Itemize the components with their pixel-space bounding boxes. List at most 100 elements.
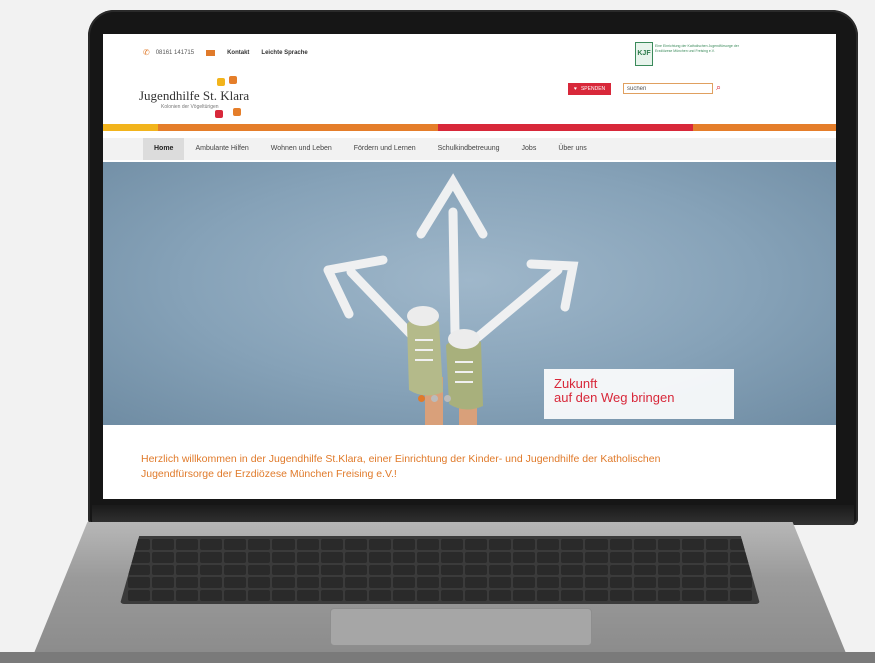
- keyboard-key: [320, 551, 343, 563]
- keyboard-key: [200, 564, 223, 576]
- phone-number[interactable]: 08161 141715: [156, 50, 194, 56]
- keyboard-key: [561, 564, 584, 576]
- keyboard-key: [296, 577, 319, 589]
- kjf-badge: KJF: [635, 42, 653, 66]
- keyboard-key: [465, 551, 488, 563]
- nav-item-ambulante-hilfen[interactable]: Ambulante Hilfen: [184, 138, 259, 160]
- keyboard-key: [681, 564, 704, 576]
- keyboard-key: [272, 590, 295, 601]
- keyboard-key: [224, 539, 247, 550]
- nav-item-schulkindbetreuung[interactable]: Schulkindbetreuung: [427, 138, 511, 160]
- keyboard-key: [561, 539, 584, 550]
- phone-icon: ✆: [143, 48, 150, 57]
- keyboard-key: [248, 551, 271, 563]
- keyboard-key: [441, 590, 464, 601]
- keyboard-key: [657, 551, 680, 563]
- keyboard-key: [633, 564, 656, 576]
- keyboard-key: [633, 539, 656, 550]
- stripe-orange-right: [693, 124, 836, 131]
- keyboard-key: [465, 577, 488, 589]
- keyboard-key: [176, 590, 199, 601]
- slider-dot[interactable]: [444, 395, 451, 402]
- keyboard-key: [609, 590, 632, 601]
- hero-caption-line2: auf den Weg bringen: [554, 390, 675, 405]
- hero-caption: Zukunft auf den Weg bringen: [544, 369, 734, 419]
- slider-dot[interactable]: [431, 395, 438, 402]
- stripe-orange: [158, 124, 438, 131]
- nav-item-home[interactable]: Home: [143, 138, 185, 160]
- keyboard-key: [705, 564, 728, 576]
- keyboard-key: [585, 590, 608, 601]
- keyboard-key: [152, 564, 175, 576]
- keyboard-key: [224, 564, 247, 576]
- keyboard-key: [513, 590, 536, 601]
- keyboard-key: [392, 551, 415, 563]
- nav-item-foerdern-und-lernen[interactable]: Fördern und Lernen: [343, 138, 427, 160]
- keyboard-key: [633, 590, 656, 601]
- keyboard-key: [200, 590, 223, 601]
- contact-link[interactable]: Kontakt: [227, 50, 249, 56]
- keyboard-key: [513, 551, 536, 563]
- keyboard-key: [489, 551, 512, 563]
- keyboard-key: [128, 590, 151, 601]
- slider-dot[interactable]: [418, 395, 425, 402]
- keyboard-key: [465, 564, 488, 576]
- nav-item-wohnen-und-leben[interactable]: Wohnen und Leben: [260, 138, 343, 160]
- keyboard-key: [489, 564, 512, 576]
- search-icon[interactable]: ⌕: [716, 82, 721, 93]
- keyboard-key: [152, 577, 175, 589]
- search-input[interactable]: [623, 83, 713, 94]
- hero-slider[interactable]: Zukunft auf den Weg bringen: [103, 162, 836, 425]
- keyboard-key: [681, 590, 704, 601]
- site-logo[interactable]: Jugendhilfe St. Klara Kolonien der Vögel…: [139, 76, 269, 120]
- keyboard-key: [609, 564, 632, 576]
- keyboard-key: [248, 539, 271, 550]
- keyboard-key: [513, 539, 536, 550]
- mail-icon[interactable]: [206, 49, 216, 56]
- keyboard-key: [344, 539, 367, 550]
- keyboard-key: [609, 539, 632, 550]
- keyboard-key: [441, 539, 464, 550]
- sponsor-logo[interactable]: KJF Eine Einrichtung der Katholischen Ju…: [635, 42, 745, 68]
- keyboard-key: [224, 577, 247, 589]
- sneakers-graphic: [407, 306, 483, 425]
- laptop-screen: ✆ 08161 141715 Kontakt Leichte Sprache J…: [103, 34, 836, 499]
- keyboard-key: [368, 539, 391, 550]
- keyboard-key: [368, 577, 391, 589]
- keyboard-key: [657, 577, 680, 589]
- keyboard-key: [561, 590, 584, 601]
- keyboard-key: [272, 577, 295, 589]
- keyboard-key: [176, 539, 199, 550]
- keyboard-key: [705, 577, 728, 589]
- keyboard-key: [489, 577, 512, 589]
- keyboard-key: [585, 564, 608, 576]
- keyboard-key: [609, 577, 632, 589]
- keyboard-key: [392, 577, 415, 589]
- nav-item-jobs[interactable]: Jobs: [511, 138, 548, 160]
- easy-language-link[interactable]: Leichte Sprache: [261, 50, 307, 56]
- keyboard-key: [248, 577, 271, 589]
- logo-subtitle: Kolonien der Vögeltürigen: [161, 104, 219, 110]
- keyboard-key: [489, 590, 512, 601]
- heart-icon: ♥: [574, 86, 577, 92]
- keyboard-key: [681, 551, 704, 563]
- keyboard-key: [681, 577, 704, 589]
- keyboard-key: [200, 577, 223, 589]
- keyboard-key: [320, 577, 343, 589]
- keyboard-key: [128, 577, 151, 589]
- main-navigation: Home Ambulante Hilfen Wohnen und Leben F…: [103, 138, 836, 160]
- keyboard-key: [272, 564, 295, 576]
- keyboard-key: [609, 551, 632, 563]
- keyboard-key: [416, 551, 439, 563]
- nav-item-ueber-uns[interactable]: Über uns: [547, 138, 597, 160]
- keyboard-key: [657, 564, 680, 576]
- keyboard-key: [248, 564, 271, 576]
- donate-button[interactable]: ♥ SPENDEN: [568, 83, 612, 95]
- keyboard-key: [320, 590, 343, 601]
- trackpad: [330, 608, 592, 646]
- keyboard-key: [585, 551, 608, 563]
- keyboard-key: [705, 539, 728, 550]
- keyboard-key: [344, 590, 367, 601]
- keyboard-key: [392, 564, 415, 576]
- keyboard-key: [176, 577, 199, 589]
